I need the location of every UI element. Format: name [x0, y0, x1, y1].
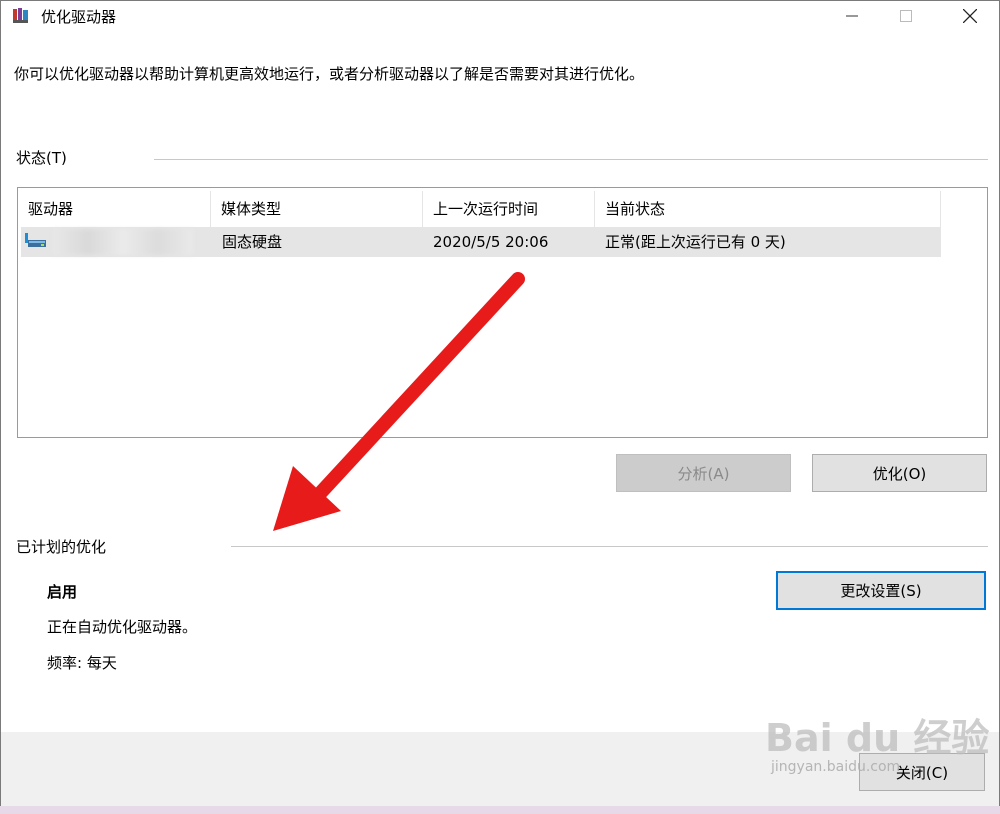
red-arrow-icon: [273, 272, 525, 531]
bottom-strip: [0, 806, 1000, 814]
watermark-url: jingyan.baidu.com: [771, 759, 901, 775]
watermark-brand: Bai du 经验: [765, 716, 990, 760]
optimize-drives-window: 优化驱动器 你可以优化驱动器以帮助计算机更高效地运行，或者分析驱动器以了解是否需…: [0, 0, 1000, 814]
